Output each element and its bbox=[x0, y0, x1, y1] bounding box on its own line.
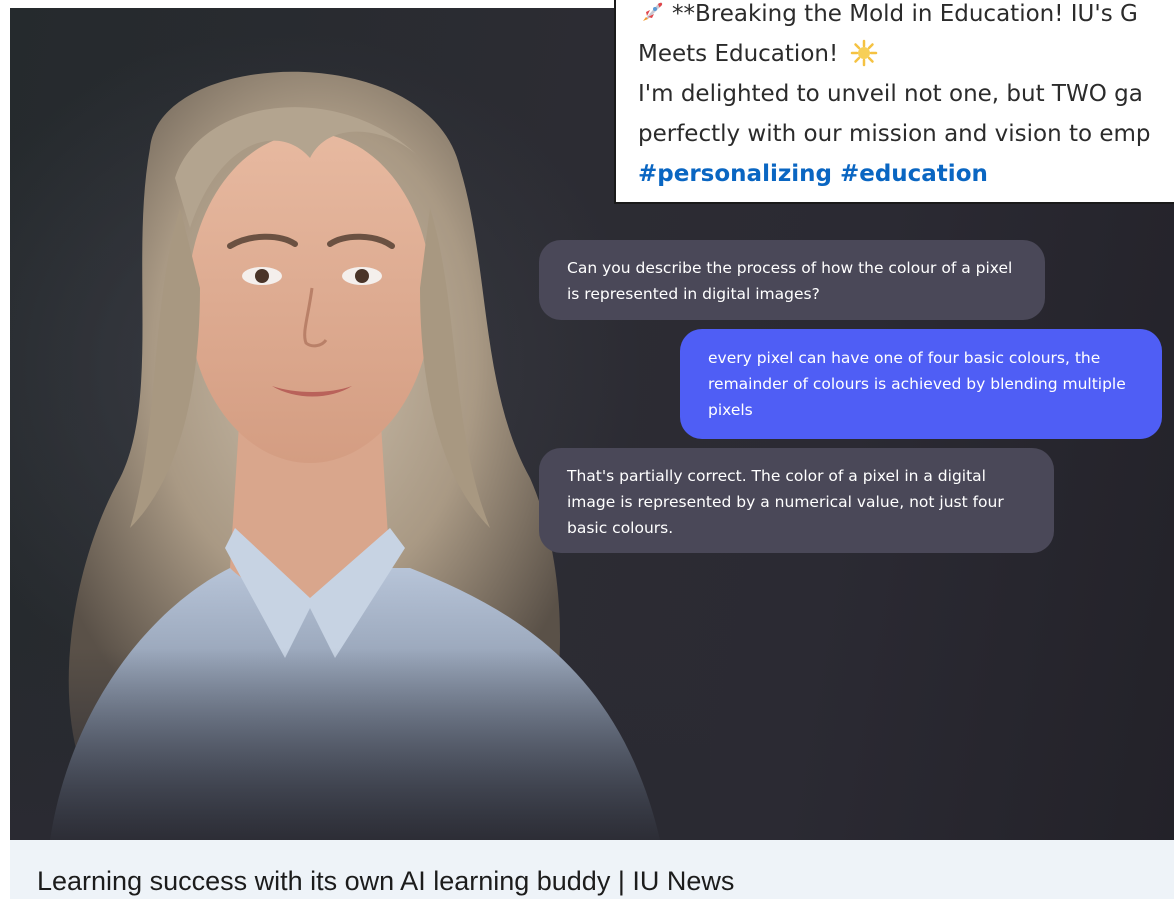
post-line-2: Meets Education! bbox=[638, 34, 1151, 74]
ai-feedback-bubble: That's partially correct. The color of a… bbox=[539, 448, 1054, 553]
post-hashtags[interactable]: #personalizing #education bbox=[638, 154, 1151, 194]
post-line-3: I'm delighted to unveil not one, but TWO… bbox=[638, 81, 1143, 107]
user-answer-bubble: every pixel can have one of four basic c… bbox=[680, 329, 1162, 439]
user-answer-text: every pixel can have one of four basic c… bbox=[708, 349, 1126, 419]
post-line-4: perfectly with our mission and vision to… bbox=[638, 121, 1151, 147]
ai-feedback-text: That's partially correct. The color of a… bbox=[567, 467, 1004, 537]
ai-question-bubble: Can you describe the process of how the … bbox=[539, 240, 1045, 320]
ai-tutor-avatar-image bbox=[10, 8, 710, 840]
ai-question-text: Can you describe the process of how the … bbox=[567, 259, 1013, 303]
link-preview-title[interactable]: Learning success with its own AI learnin… bbox=[37, 866, 734, 897]
star-icon bbox=[850, 39, 878, 67]
link-preview-caption[interactable]: Learning success with its own AI learnin… bbox=[10, 840, 1174, 899]
rocket-icon bbox=[638, 0, 666, 26]
post-text-excerpt: **Breaking the Mold in Education! IU's G… bbox=[614, 0, 1174, 204]
post-line-1: **Breaking the Mold in Education! IU's G bbox=[638, 0, 1151, 34]
